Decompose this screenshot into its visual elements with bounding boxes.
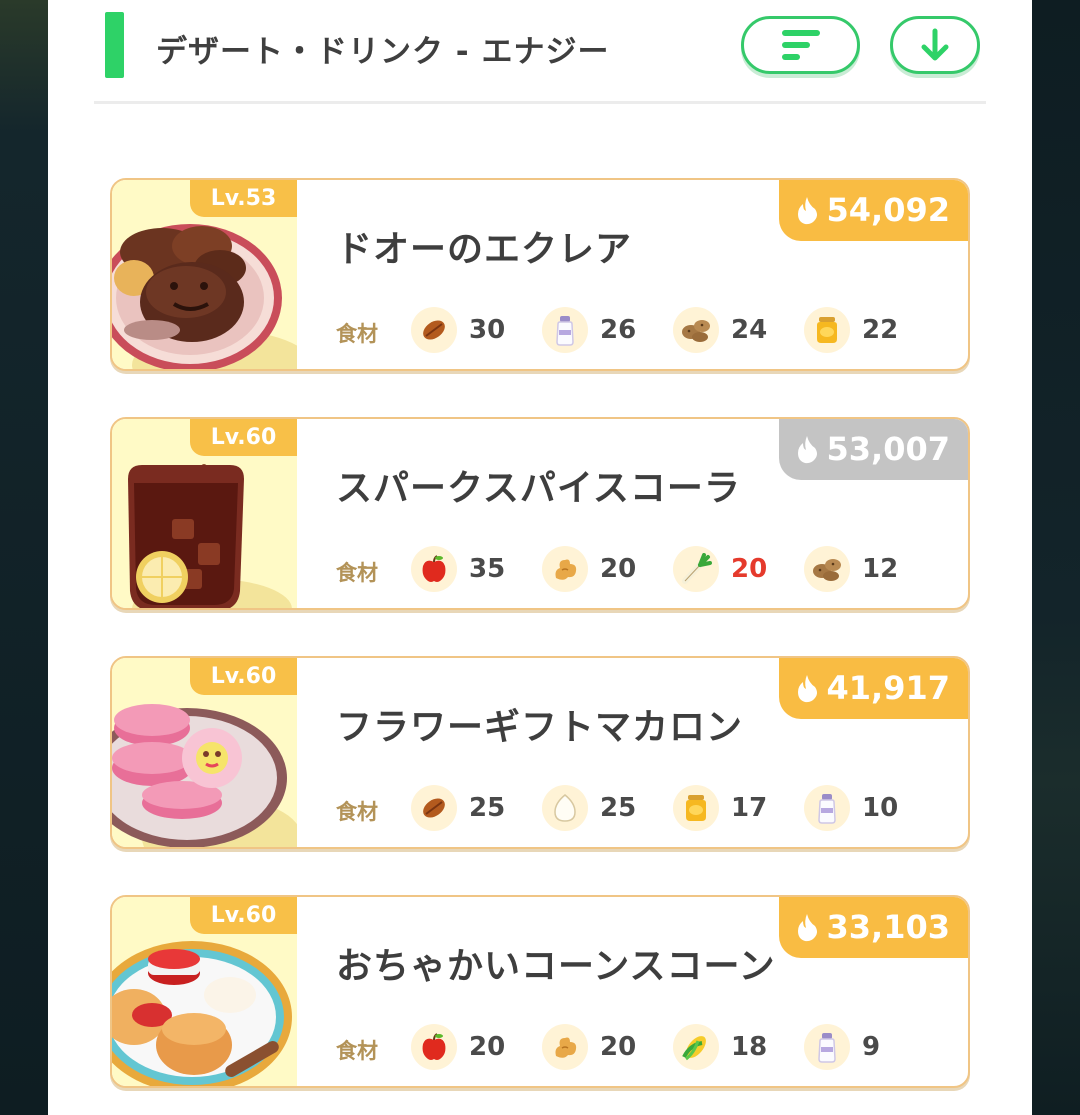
sort-button[interactable] xyxy=(741,16,860,74)
ingredient-label: 食材 xyxy=(336,322,378,346)
arrow-down-icon xyxy=(921,28,949,61)
ingredient-item: 25 xyxy=(411,785,505,831)
flame-icon xyxy=(795,434,819,464)
ingredient-item: 12 xyxy=(804,546,898,592)
cacao-icon xyxy=(411,785,457,831)
ingredient-item: 30 xyxy=(411,307,505,353)
energy-value: 53,007 xyxy=(826,429,950,468)
recipe-card[interactable]: Lv.60 33,103 おちゃかいコーンスコーン 食材 20 20 18 9 xyxy=(110,895,970,1088)
ingredient-qty: 25 xyxy=(600,793,637,823)
potato-icon xyxy=(673,307,719,353)
ingredient-qty: 24 xyxy=(731,315,768,345)
dish-name: フラワーギフトマカロン xyxy=(336,707,744,748)
ingredient-item: 20 xyxy=(542,1024,636,1070)
ingredient-label: 食材 xyxy=(336,800,378,824)
milk-bottle-icon xyxy=(542,307,588,353)
header-accent-bar xyxy=(105,12,124,78)
background-right xyxy=(1032,0,1080,1115)
flame-icon xyxy=(795,673,819,703)
ingredient-qty: 20 xyxy=(600,1032,637,1062)
ingredient-qty: 22 xyxy=(862,315,899,345)
ingredient-item: 20 xyxy=(542,546,636,592)
ingredient-item: 25 xyxy=(542,785,636,831)
cacao-icon xyxy=(411,307,457,353)
ingredient-item: 18 xyxy=(673,1024,767,1070)
energy-badge: 33,103 xyxy=(778,897,968,958)
dish-name: おちゃかいコーンスコーン xyxy=(336,946,776,987)
ingredient-item: 20 xyxy=(411,1024,505,1070)
ingredient-qty: 30 xyxy=(469,315,506,345)
ingredient-qty: 26 xyxy=(600,315,637,345)
corn-icon xyxy=(673,1024,719,1070)
ingredient-qty: 20 xyxy=(600,554,637,584)
ingredient-item: 9 xyxy=(804,1024,880,1070)
honey-jar-icon xyxy=(804,307,850,353)
apple-icon xyxy=(411,1024,457,1070)
recipe-card[interactable]: Lv.60 53,007 スパークスパイスコーラ 食材 35 20 20 12 xyxy=(110,417,970,610)
energy-badge: 53,007 xyxy=(778,419,968,480)
level-badge: Lv.60 xyxy=(190,658,297,695)
ingredient-qty: 17 xyxy=(731,793,768,823)
ingredient-qty: 12 xyxy=(862,554,899,584)
energy-value: 41,917 xyxy=(826,668,950,707)
ingredient-qty: 10 xyxy=(862,793,899,823)
ingredient-label: 食材 xyxy=(336,561,378,585)
header-divider xyxy=(94,101,986,104)
dish-name: ドオーのエクレア xyxy=(336,229,633,270)
milk-bottle-icon xyxy=(804,1024,850,1070)
flame-icon xyxy=(795,195,819,225)
egg-icon xyxy=(542,785,588,831)
ingredient-item: 24 xyxy=(673,307,767,353)
ingredient-qty: 20 xyxy=(731,554,768,584)
ingredient-item: 20 xyxy=(673,546,767,592)
eclair-dish-icon: Lv.53 xyxy=(112,180,297,369)
ingredient-qty: 20 xyxy=(469,1032,506,1062)
ingredient-qty: 18 xyxy=(731,1032,768,1062)
ingredient-qty: 25 xyxy=(469,793,506,823)
energy-value: 33,103 xyxy=(826,907,950,946)
ginger-icon xyxy=(542,1024,588,1070)
ingredient-item: 17 xyxy=(673,785,767,831)
milk-bottle-icon xyxy=(804,785,850,831)
flame-icon xyxy=(795,912,819,942)
page-title: デザート・ドリンク - エナジー xyxy=(156,34,610,70)
header: デザート・ドリンク - エナジー xyxy=(48,0,1032,104)
energy-badge: 41,917 xyxy=(778,658,968,719)
recipe-panel: デザート・ドリンク - エナジー Lv.53 54,092 ドオーのエクレア 食… xyxy=(48,0,1032,1115)
background-left xyxy=(0,0,48,1115)
ginger-icon xyxy=(542,546,588,592)
ingredient-item: 22 xyxy=(804,307,898,353)
scone-dish-icon: Lv.60 xyxy=(112,897,297,1086)
ingredient-item: 10 xyxy=(804,785,898,831)
leek-icon xyxy=(673,546,719,592)
download-button[interactable] xyxy=(890,16,980,74)
honey-jar-icon xyxy=(673,785,719,831)
ingredient-item: 26 xyxy=(542,307,636,353)
potato-icon xyxy=(804,546,850,592)
recipe-card[interactable]: Lv.60 41,917 フラワーギフトマカロン 食材 25 25 17 10 xyxy=(110,656,970,849)
level-badge: Lv.60 xyxy=(190,897,297,934)
level-badge: Lv.60 xyxy=(190,419,297,456)
ingredient-item: 35 xyxy=(411,546,505,592)
spice-cola-icon: Lv.60 xyxy=(112,419,297,608)
ingredient-qty: 35 xyxy=(469,554,506,584)
dish-name: スパークスパイスコーラ xyxy=(336,468,741,509)
ingredient-label: 食材 xyxy=(336,1039,378,1063)
level-badge: Lv.53 xyxy=(190,180,297,217)
apple-icon xyxy=(411,546,457,592)
ingredient-qty: 9 xyxy=(862,1032,881,1062)
sort-lines-icon xyxy=(781,30,820,60)
energy-badge: 54,092 xyxy=(778,180,968,241)
recipe-card[interactable]: Lv.53 54,092 ドオーのエクレア 食材 30 26 24 22 xyxy=(110,178,970,371)
macaron-dish-icon: Lv.60 xyxy=(112,658,297,847)
energy-value: 54,092 xyxy=(826,190,950,229)
